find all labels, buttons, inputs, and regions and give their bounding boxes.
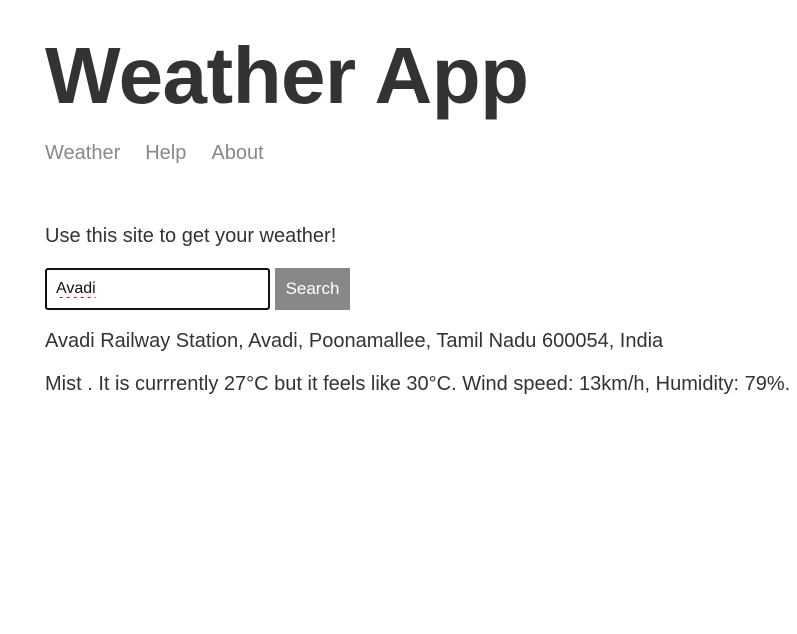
page-title: Weather App [45, 31, 529, 120]
intro-text: Use this site to get your weather! [45, 225, 337, 247]
nav-link-help[interactable]: Help [145, 141, 186, 165]
nav-link-about[interactable]: About [211, 141, 263, 165]
forecast-result: Mist . It is currrently 27°C but it feel… [45, 373, 791, 395]
search-form: Search [45, 268, 350, 310]
nav-link-weather[interactable]: Weather [45, 141, 120, 165]
main-nav: Weather Help About [45, 141, 289, 165]
location-result: Avadi Railway Station, Avadi, Poonamalle… [45, 330, 664, 352]
search-button[interactable]: Search [275, 268, 350, 310]
page: Weather App Weather Help About Use this … [0, 0, 797, 634]
location-search-input[interactable] [45, 268, 270, 310]
